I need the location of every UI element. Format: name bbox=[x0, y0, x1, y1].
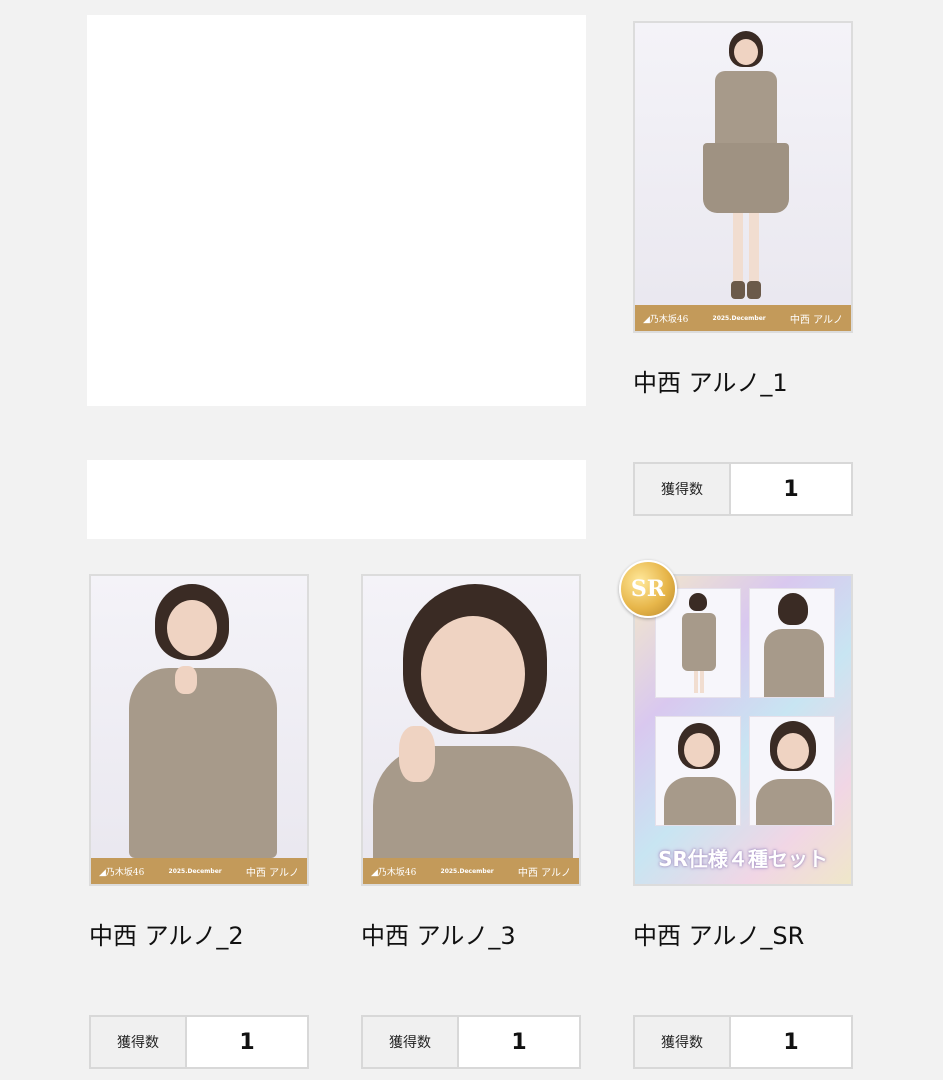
count-box-sr: 獲得数 1 bbox=[633, 1015, 853, 1069]
card-title: 中西 アルノ_SR bbox=[633, 922, 805, 950]
photo-image[interactable]: ◢乃木坂46 2025.December 中西 アルノ bbox=[633, 21, 853, 333]
count-label: 獲得数 bbox=[635, 464, 731, 514]
count-value: 1 bbox=[511, 1029, 527, 1055]
card-title: 中西 アルノ_3 bbox=[361, 922, 516, 950]
photo-footer-strip: ◢乃木坂46 2025.December 中西 アルノ bbox=[635, 305, 851, 331]
photo-image[interactable]: SR仕様４種セット bbox=[633, 574, 853, 886]
count-value: 1 bbox=[783, 476, 799, 502]
card-title: 中西 アルノ_2 bbox=[89, 922, 244, 950]
product-image-placeholder bbox=[87, 15, 586, 406]
photo-card-3[interactable]: ◢乃木坂46 2025.December 中西 アルノ 中西 アルノ_3 bbox=[361, 574, 581, 950]
product-info-placeholder bbox=[87, 460, 586, 539]
count-value: 1 bbox=[783, 1029, 799, 1055]
photo-card-sr[interactable]: SR仕様４種セット 中西 アルノ_SR bbox=[633, 574, 853, 950]
sr-caption: SR仕様４種セット bbox=[658, 847, 828, 871]
count-value: 1 bbox=[239, 1029, 255, 1055]
photo-card-1[interactable]: ◢乃木坂46 2025.December 中西 アルノ 中西 アルノ_1 bbox=[633, 21, 853, 397]
count-box-3: 獲得数 1 bbox=[361, 1015, 581, 1069]
count-box-1: 獲得数 1 bbox=[633, 462, 853, 516]
count-label: 獲得数 bbox=[91, 1017, 187, 1067]
sr-thumb-2 bbox=[749, 588, 835, 698]
count-label: 獲得数 bbox=[635, 1017, 731, 1067]
card-title: 中西 アルノ_1 bbox=[633, 369, 788, 397]
sr-thumb-4 bbox=[749, 716, 835, 826]
photo-footer-strip: ◢乃木坂46 2025.December 中西 アルノ bbox=[363, 858, 579, 884]
photo-image[interactable]: ◢乃木坂46 2025.December 中西 アルノ bbox=[361, 574, 581, 886]
sr-badge-icon: SR bbox=[619, 560, 677, 618]
photo-card-2[interactable]: ◢乃木坂46 2025.December 中西 アルノ 中西 アルノ_2 bbox=[89, 574, 309, 950]
sr-thumb-3 bbox=[655, 716, 741, 826]
photo-footer-strip: ◢乃木坂46 2025.December 中西 アルノ bbox=[91, 858, 307, 884]
photo-image[interactable]: ◢乃木坂46 2025.December 中西 アルノ bbox=[89, 574, 309, 886]
count-box-2: 獲得数 1 bbox=[89, 1015, 309, 1069]
count-label: 獲得数 bbox=[363, 1017, 459, 1067]
